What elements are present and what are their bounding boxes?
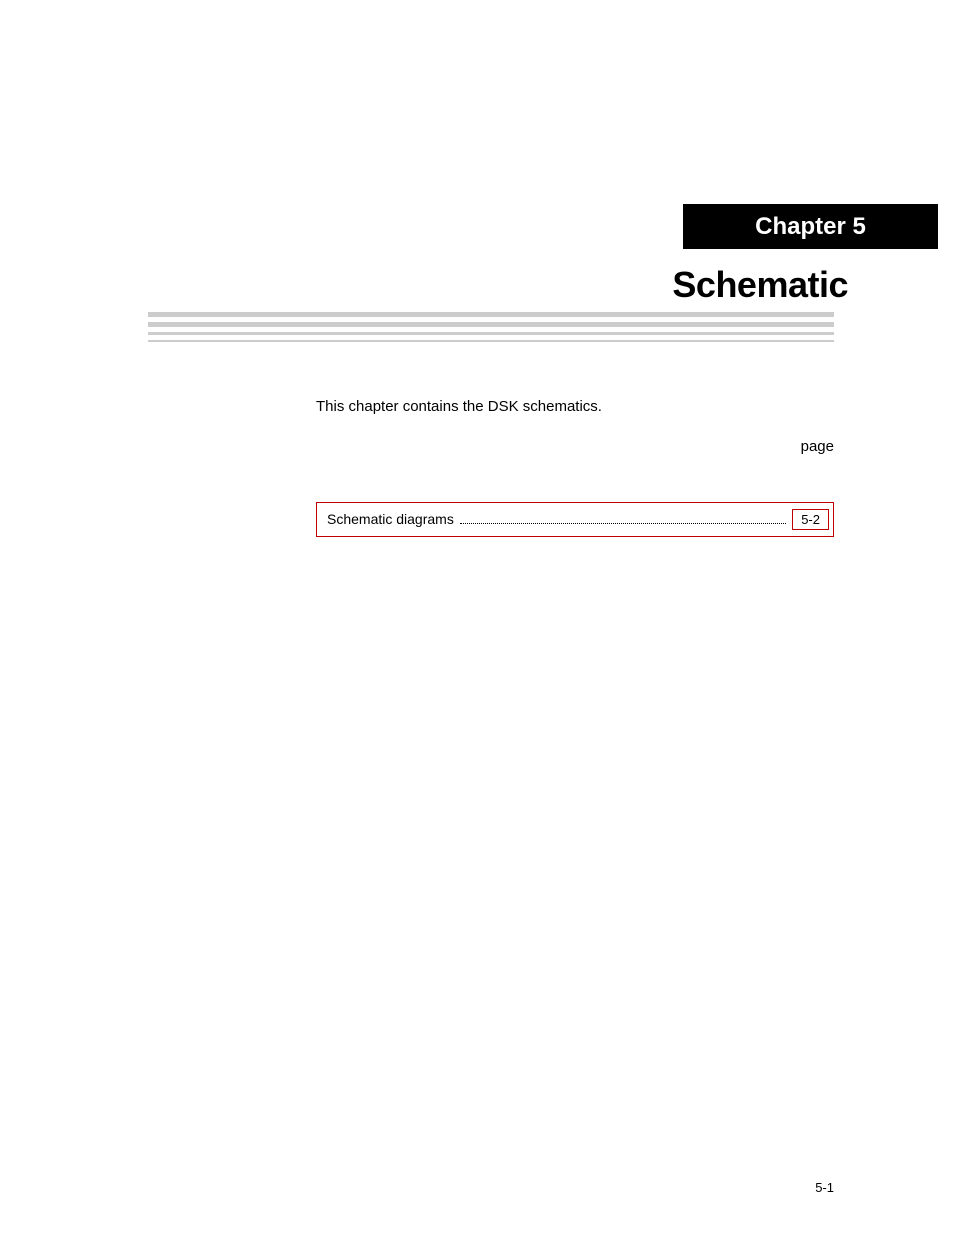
chapter-tab: Chapter 5 xyxy=(683,204,938,249)
separator-bar xyxy=(148,340,834,342)
separator-bar xyxy=(148,322,834,327)
separator-bar xyxy=(148,332,834,335)
toc-box[interactable]: Schematic diagrams 5-2 xyxy=(316,502,834,537)
toc-row[interactable]: Schematic diagrams 5-2 xyxy=(317,503,833,536)
page-number: 5-1 xyxy=(815,1180,834,1195)
toc-dots xyxy=(460,523,786,524)
chapter-tab-label: Chapter 5 xyxy=(755,213,866,241)
separator-bars xyxy=(148,312,834,342)
document-page: Chapter 5 Schematic This chapter contain… xyxy=(0,0,954,1235)
intro-text: This chapter contains the DSK schematics… xyxy=(316,395,834,463)
intro-line-1: This chapter contains the DSK schematics… xyxy=(316,395,834,419)
chapter-title: Schematic xyxy=(672,264,848,306)
separator-bar xyxy=(148,312,834,317)
page-footer: 5-1 xyxy=(815,1180,834,1195)
toc-item-label: Schematic diagrams xyxy=(327,511,454,527)
toc-page-heading: page xyxy=(316,435,834,459)
toc-item-page[interactable]: 5-2 xyxy=(792,509,829,530)
